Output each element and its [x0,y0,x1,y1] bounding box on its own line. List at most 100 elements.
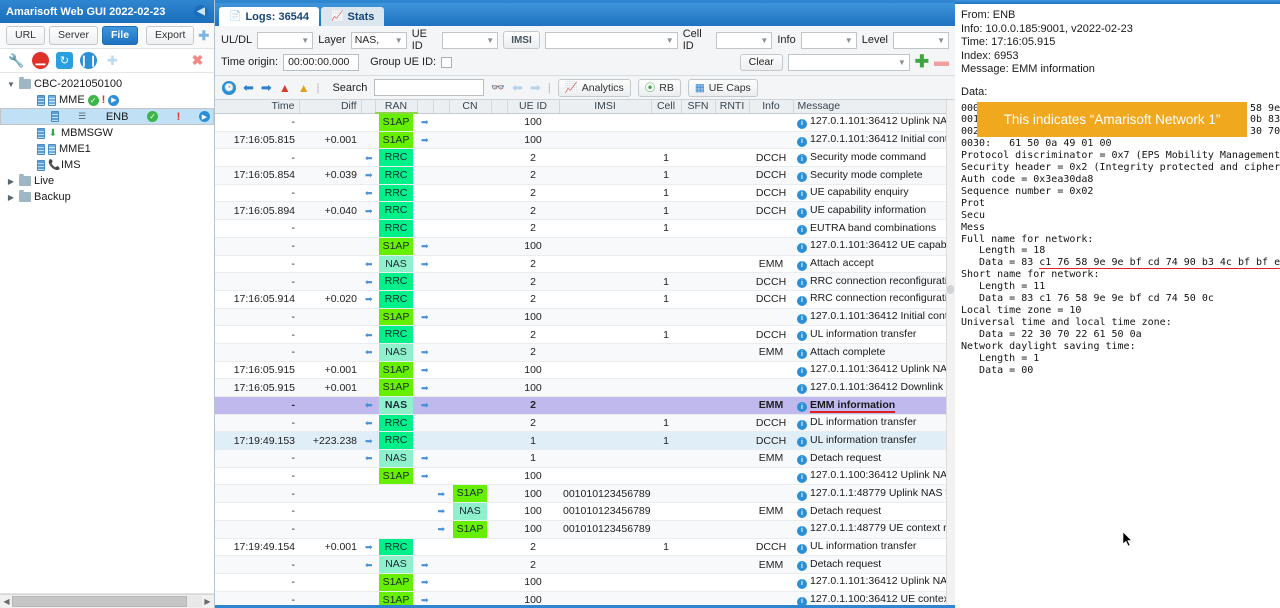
column-header-rnti[interactable]: RNTI [715,100,750,114]
table-row[interactable]: 17:16:05.854 +0.039 ➡ RRC 2 1 DCCH i Security mo… [215,166,955,185]
tab-stats[interactable]: 📈 Stats [321,7,385,26]
tree-item-mbmsgw[interactable]: ⬇ MBMSGW [0,125,214,141]
tree-item-enb[interactable]: ☰ ENB ✓! ▶ [0,108,214,125]
error-icon[interactable]: ▲ [279,81,291,95]
layer-select[interactable]: NAS, ▼ [350,31,407,49]
table-row[interactable]: - ➡ S1AP 100 001010123456789 i 127.0.1.1:48779… [215,520,955,539]
table-row[interactable]: 17:19:49.154 +0.001 ➡ RRC 2 1 DCCH i UL informat… [215,538,955,557]
reload-icon[interactable]: ↻ [56,52,73,69]
table-row[interactable]: 17:16:05.915 +0.001 S1AP ➡ 100 i 127.0.1.101:3… [215,378,955,397]
table-row[interactable]: - ➡ S1AP 100 001010123456789 i 127.0.1.1:48779… [215,484,955,504]
table-row[interactable]: - S1AP ➡ 100 i127.0.1.101:36412 Initial cont… [215,308,955,327]
time-origin-input[interactable] [283,53,360,71]
column-header-message[interactable]: Message [793,100,955,114]
table-vertical-scrollbar[interactable] [946,100,955,605]
group-ueid-checkbox[interactable] [441,56,453,68]
table-row[interactable]: - S1AP ➡ 100 i127.0.1.101:36412 Uplink NAS t… [215,573,955,592]
uecaps-button[interactable]: ▦ UE Caps [687,78,758,97]
rb-button[interactable]: ⦿ RB [637,78,681,97]
tree-item-backup[interactable]: ▶ Backup [0,189,214,205]
next-arrow-icon[interactable]: ➡ [530,80,541,96]
play-icon[interactable]: ▶ [108,94,120,106]
table-row[interactable]: - ⬅ RRC 2 1 DCCH i UL information transfer [215,325,955,344]
table-row[interactable]: - ⬅ NAS ➡ 2 EMM i Attach complete [215,343,955,362]
column-header-spacer[interactable] [433,100,450,114]
table-row[interactable]: - ⬅ NAS ➡ 1 EMM i Detach request [215,449,955,468]
add-icon[interactable]: ✚ [198,28,209,44]
table-row[interactable]: 17:16:05.915 +0.001 S1AP ➡ 100 i 127.0.1.101:3… [215,361,955,380]
tree-item-mme[interactable]: MME ✓! ▶ [0,92,214,108]
ueid-select[interactable]: ▼ [442,31,499,49]
pause-icon[interactable]: ❙❙ [79,52,98,69]
search-input[interactable] [374,79,485,96]
server-button[interactable]: Server [49,26,98,45]
clock-icon[interactable]: 🕑 [222,80,236,95]
table-row[interactable]: - S1AP ➡ 100 i127.0.1.101:36412 Uplink NAS t… [215,113,955,132]
sidebar-horizontal-scrollbar[interactable]: ◀ ▶ [0,594,214,608]
back-arrow-icon[interactable]: ⬅ [243,80,254,96]
imsi-button[interactable]: IMSI [503,31,540,49]
scroll-thumb[interactable] [12,596,187,607]
add-filter-icon[interactable]: ✚ [915,53,929,70]
tree-item-cbc-2021050100[interactable]: ▼ CBC-2021050100 [0,76,214,92]
column-header-ran[interactable]: RAN [375,100,418,114]
table-row[interactable]: - ⬅ RRC 2 1 DCCH i Security mode command [215,148,955,168]
file-button[interactable]: File [101,26,139,45]
tree-item-live[interactable]: ▶ Live [0,173,214,189]
table-row[interactable]: 17:19:49.153 +223.238 ➡ RRC 1 1 DCCH i UL inform… [215,431,955,451]
table-row[interactable]: - S1AP ➡ 100 i127.0.1.100:36412 UE context r… [215,591,955,605]
chevron-down-icon[interactable]: ▼ [6,80,16,89]
url-button[interactable]: URL [6,26,46,45]
table-row[interactable]: - ⬅ RRC 2 1 DCCH i UE capability enquiry [215,184,955,203]
stop-icon[interactable]: ⚊ [32,52,49,69]
binoculars-icon[interactable]: 👓 [491,81,505,94]
column-header-spacer[interactable] [361,100,376,114]
table-row[interactable]: 17:16:05.815 +0.001 S1AP ➡ 100 i 127.0.1.101:3… [215,131,955,150]
tree-item-ims[interactable]: 📞 IMS [0,157,214,173]
logs-table-container[interactable]: Time Diff RAN CN UE ID IMSI Cell SFN RNTI Info Mes… [215,100,955,605]
scroll-track[interactable] [12,596,202,607]
table-row[interactable]: - ➡ NAS 100 001010123456789 EMM i Detach reques… [215,502,955,521]
wrench-icon[interactable]: 🔧 [8,52,25,69]
remove-filter-icon[interactable]: ▬ [934,54,949,69]
table-row[interactable]: - ⬅ NAS ➡ 2 EMM i Detach request [215,555,955,574]
preset-select[interactable]: ▼ [787,53,910,71]
column-header-ue-id[interactable]: UE ID [507,100,560,114]
level-select[interactable]: ▼ [893,31,949,49]
table-row[interactable]: - S1AP ➡ 100 i127.0.1.100:36412 Uplink NAS t… [215,467,955,486]
chevron-left-icon[interactable]: ◀ [194,4,208,19]
table-row[interactable]: - RRC 2 1 i EUTRA band combinations [215,219,955,238]
detail-body[interactable]: From: ENB Info: 10.0.0.185:9001, v2022-0… [955,4,1280,608]
warning-icon[interactable]: ▲ [298,81,310,95]
uldl-select[interactable]: ▼ [257,31,314,49]
column-header-diff[interactable]: Diff [299,100,362,114]
column-header-time[interactable]: Time [215,100,300,114]
column-header-spacer[interactable] [491,100,508,114]
scroll-right-icon[interactable]: ▶ [202,597,213,606]
column-header-spacer[interactable] [417,100,434,114]
analytics-button[interactable]: 📈 Analytics [557,78,631,97]
prev-arrow-icon[interactable]: ⬅ [512,80,523,96]
column-header-info[interactable]: Info [749,100,794,114]
imsi-select[interactable]: ▼ [544,31,678,49]
table-row[interactable]: 17:16:05.894 +0.040 ➡ RRC 2 1 DCCH i UE capabili… [215,201,955,221]
table-row[interactable]: - ⬅ RRC 2 1 DCCH i RRC connection reconfigurati… [215,272,955,291]
scroll-left-icon[interactable]: ◀ [1,597,12,606]
clear-button[interactable]: Clear [739,53,783,71]
info-select[interactable]: ▼ [800,31,857,49]
column-header-cell[interactable]: Cell [651,100,682,114]
table-row[interactable]: 17:16:05.914 +0.020 ➡ RRC 2 1 DCCH i RRC connect… [215,290,955,309]
close-icon[interactable]: ✖ [189,52,206,69]
table-row[interactable]: - ⬅ RRC 2 1 DCCH i DL information transfer [215,414,955,433]
tab-logs[interactable]: 📄 Logs: 36544 [219,7,320,26]
table-scroll-thumb[interactable] [947,285,954,294]
tree-item-mme1[interactable]: MME1 [0,141,214,157]
cellid-select[interactable]: ▼ [716,31,773,49]
table-row[interactable]: - ⬅ NAS ➡ 2 EMM i Attach accept [215,255,955,274]
column-header-cn[interactable]: CN [449,100,492,114]
forward-arrow-icon[interactable]: ➡ [261,80,272,96]
table-row[interactable]: - ⬅ NAS ➡ 2 EMM i EMM information [215,396,955,415]
column-header-imsi[interactable]: IMSI [559,100,652,114]
chevron-right-icon[interactable]: ▶ [6,193,16,202]
chevron-right-icon[interactable]: ▶ [6,177,16,186]
